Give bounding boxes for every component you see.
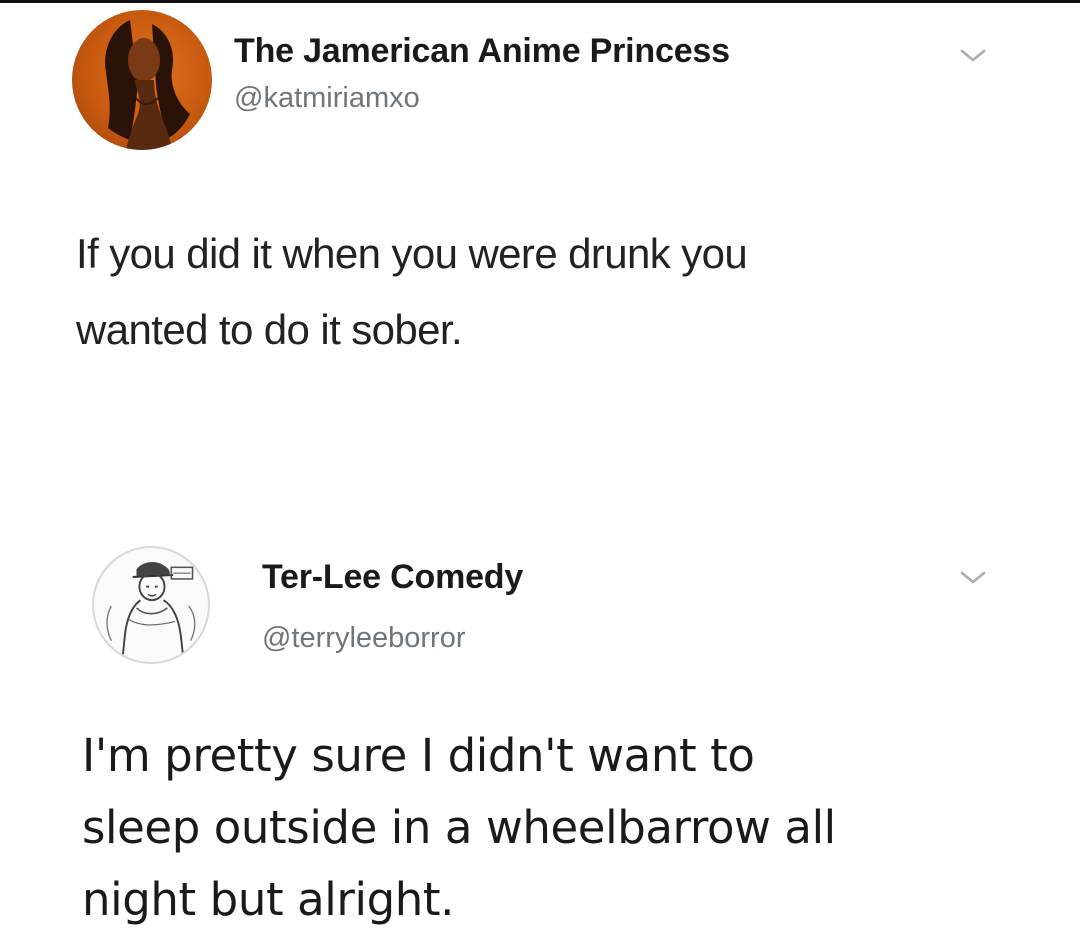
tweet-text: If you did it when you were drunk you wa… bbox=[76, 230, 748, 353]
chevron-down-icon[interactable] bbox=[958, 46, 988, 66]
user-handle[interactable]: @katmiriamxo bbox=[234, 82, 420, 115]
tweet-1: The Jamerican Anime Princess @katmiriamx… bbox=[0, 0, 1080, 470]
display-name[interactable]: Ter-Lee Comedy bbox=[262, 558, 523, 597]
profile-photo-icon[interactable] bbox=[72, 10, 212, 150]
user-handle[interactable]: @terryleeborror bbox=[262, 622, 466, 655]
tweet-text: I'm pretty sure I didn't want to sleep o… bbox=[82, 729, 836, 926]
profile-sketch-icon[interactable] bbox=[92, 546, 210, 664]
display-name[interactable]: The Jamerican Anime Princess bbox=[234, 32, 730, 71]
tweet-2: Ter-Lee Comedy @terryleeborror I'm prett… bbox=[0, 520, 1080, 944]
chevron-down-icon[interactable] bbox=[958, 568, 988, 588]
